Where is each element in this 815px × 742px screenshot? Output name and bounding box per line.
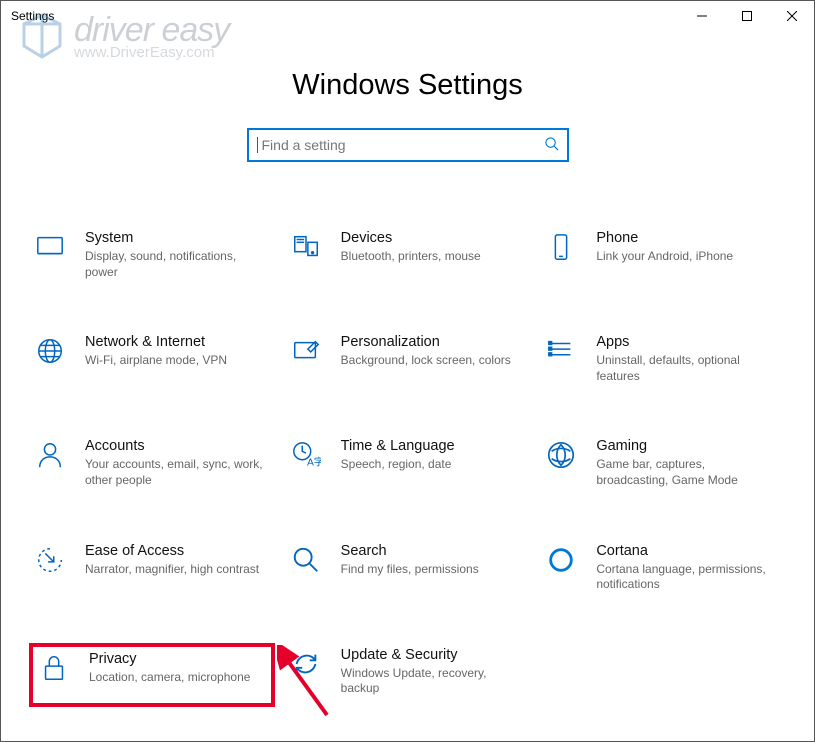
tile-title: Phone — [596, 230, 733, 246]
tile-title: Devices — [341, 230, 481, 246]
tile-time-language[interactable]: A字 Time & Language Speech, region, date — [285, 434, 531, 498]
tile-apps[interactable]: Apps Uninstall, defaults, optional featur… — [540, 330, 786, 394]
close-button[interactable] — [769, 1, 814, 31]
tile-desc: Find my files, permissions — [341, 562, 479, 578]
tile-desc: Speech, region, date — [341, 457, 455, 473]
tile-title: Search — [341, 543, 479, 559]
tile-desc: Game bar, captures, broadcasting, Game M… — [596, 457, 776, 488]
apps-icon — [544, 334, 578, 368]
window-title: Settings — [11, 9, 54, 23]
maximize-button[interactable] — [724, 1, 769, 31]
tile-title: Time & Language — [341, 438, 455, 454]
tile-desc: Bluetooth, printers, mouse — [341, 249, 481, 265]
search-placeholder: Find a setting — [257, 137, 544, 153]
tile-title: Network & Internet — [85, 334, 227, 350]
tile-accounts[interactable]: Accounts Your accounts, email, sync, work… — [29, 434, 275, 498]
gaming-icon — [544, 438, 578, 472]
network-icon — [33, 334, 67, 368]
tile-gaming[interactable]: Gaming Game bar, captures, broadcasting, … — [540, 434, 786, 498]
tile-search[interactable]: Search Find my files, permissions — [285, 539, 531, 603]
tile-phone[interactable]: Phone Link your Android, iPhone — [540, 226, 786, 290]
tile-desc: Wi-Fi, airplane mode, VPN — [85, 353, 227, 369]
tile-ease-of-access[interactable]: Ease of Access Narrator, magnifier, high … — [29, 539, 275, 603]
personalization-icon — [289, 334, 323, 368]
ease-of-access-icon — [33, 543, 67, 577]
lock-icon — [37, 651, 71, 685]
tile-desc: Cortana language, permissions, notificat… — [596, 562, 776, 593]
tile-privacy[interactable]: Privacy Location, camera, microphone — [29, 643, 275, 707]
tile-desc: Your accounts, email, sync, work, other … — [85, 457, 265, 488]
search-tile-icon — [289, 543, 323, 577]
tile-desc: Windows Update, recovery, backup — [341, 666, 521, 697]
tile-title: System — [85, 230, 265, 246]
search-input[interactable]: Find a setting — [247, 128, 569, 162]
tile-personalization[interactable]: Personalization Background, lock screen, … — [285, 330, 531, 394]
phone-icon — [544, 230, 578, 264]
tile-title: Personalization — [341, 334, 511, 350]
update-icon — [289, 647, 323, 681]
devices-icon — [289, 230, 323, 264]
tile-title: Apps — [596, 334, 776, 350]
tile-desc: Display, sound, notifications, power — [85, 249, 265, 280]
svg-text:A字: A字 — [307, 456, 321, 469]
tile-title: Gaming — [596, 438, 776, 454]
tile-desc: Link your Android, iPhone — [596, 249, 733, 265]
tile-title: Cortana — [596, 543, 776, 559]
titlebar: Settings — [1, 1, 814, 31]
search-icon — [544, 136, 559, 154]
tile-update-security[interactable]: Update & Security Windows Update, recover… — [285, 643, 531, 707]
tile-desc: Uninstall, defaults, optional features — [596, 353, 776, 384]
tile-desc: Background, lock screen, colors — [341, 353, 511, 369]
tile-title: Accounts — [85, 438, 265, 454]
tile-desc: Location, camera, microphone — [89, 670, 250, 686]
minimize-button[interactable] — [679, 1, 724, 31]
tile-title: Ease of Access — [85, 543, 259, 559]
cortana-icon — [544, 543, 578, 577]
tile-cortana[interactable]: Cortana Cortana language, permissions, no… — [540, 539, 786, 603]
system-icon — [33, 230, 67, 264]
tile-desc: Narrator, magnifier, high contrast — [85, 562, 259, 578]
tile-title: Update & Security — [341, 647, 521, 663]
watermark-sub: www.DriverEasy.com — [74, 46, 229, 60]
time-language-icon: A字 — [289, 438, 323, 472]
tile-title: Privacy — [89, 651, 250, 667]
settings-grid: System Display, sound, notifications, pow… — [1, 162, 814, 707]
page-title: Windows Settings — [1, 69, 814, 102]
tile-system[interactable]: System Display, sound, notifications, pow… — [29, 226, 275, 290]
tile-network[interactable]: Network & Internet Wi-Fi, airplane mode, … — [29, 330, 275, 394]
accounts-icon — [33, 438, 67, 472]
tile-devices[interactable]: Devices Bluetooth, printers, mouse — [285, 226, 531, 290]
